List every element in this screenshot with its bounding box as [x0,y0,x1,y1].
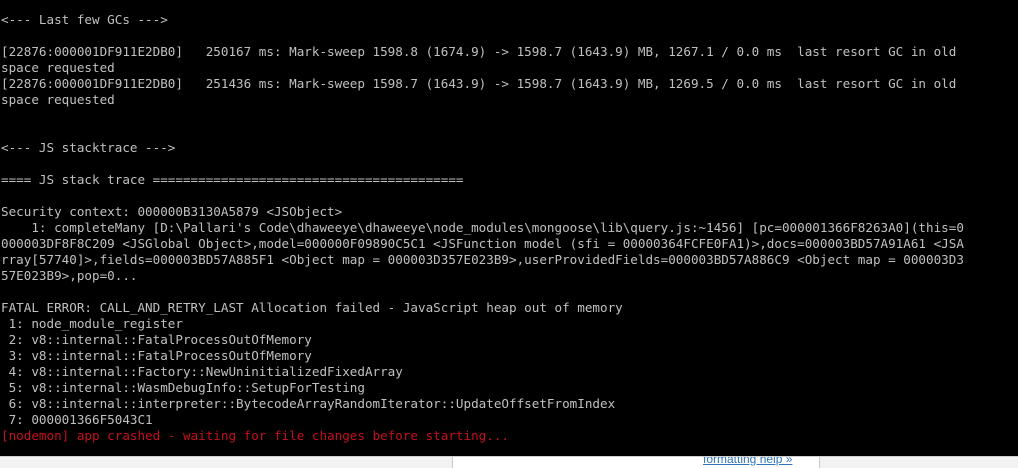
console-line: FATAL ERROR: CALL_AND_RETRY_LAST Allocat… [1,300,623,315]
console-line: 7: 000001366F5043C1 [1,412,153,427]
console-line: 6: v8::internal::interpreter::BytecodeAr… [1,396,616,411]
console-line: 4: v8::internal::Factory::NewUninitializ… [1,364,403,379]
console-line: <--- JS stacktrace ---> [1,140,176,155]
formatting-help-link[interactable]: formatting help » [703,457,792,466]
console-line: 2: v8::internal::FatalProcessOutOfMemory [1,332,312,347]
console-line: space requested [1,60,115,75]
console-line: 1: completeMany [D:\Pallari's Code\dhawe… [1,220,964,235]
console-line: Security context: 000000B3130A5879 <JSOb… [1,204,343,219]
console-line: [22876:000001DF911E2DB0] 250167 ms: Mark… [1,44,957,59]
console-line: 5: v8::internal::WasmDebugInfo::SetupFor… [1,380,365,395]
console-line: <--- Last few GCs ---> [1,12,168,27]
console-line: space requested [1,92,115,107]
nodemon-error-line: [nodemon] app crashed - waiting for file… [1,428,509,443]
console-output: <--- Last few GCs ---> [22876:000001DF91… [0,0,1018,456]
console-line: 57E023B9>,pop=0... [1,268,138,283]
console-line: [22876:000001DF911E2DB0] 251436 ms: Mark… [1,76,957,91]
console-line: 000003DF8F8C209 <JSGlobal Object>,model=… [1,236,964,251]
console-line: 3: v8::internal::FatalProcessOutOfMemory [1,348,312,363]
console-line: 1: node_module_register [1,316,183,331]
console-line: ==== JS stack trace ====================… [1,172,464,187]
console-line: rray[57740]>,fields=000003BD57A885F1 <Ob… [1,252,964,267]
background-page-strip: formatting help » [0,456,1018,468]
